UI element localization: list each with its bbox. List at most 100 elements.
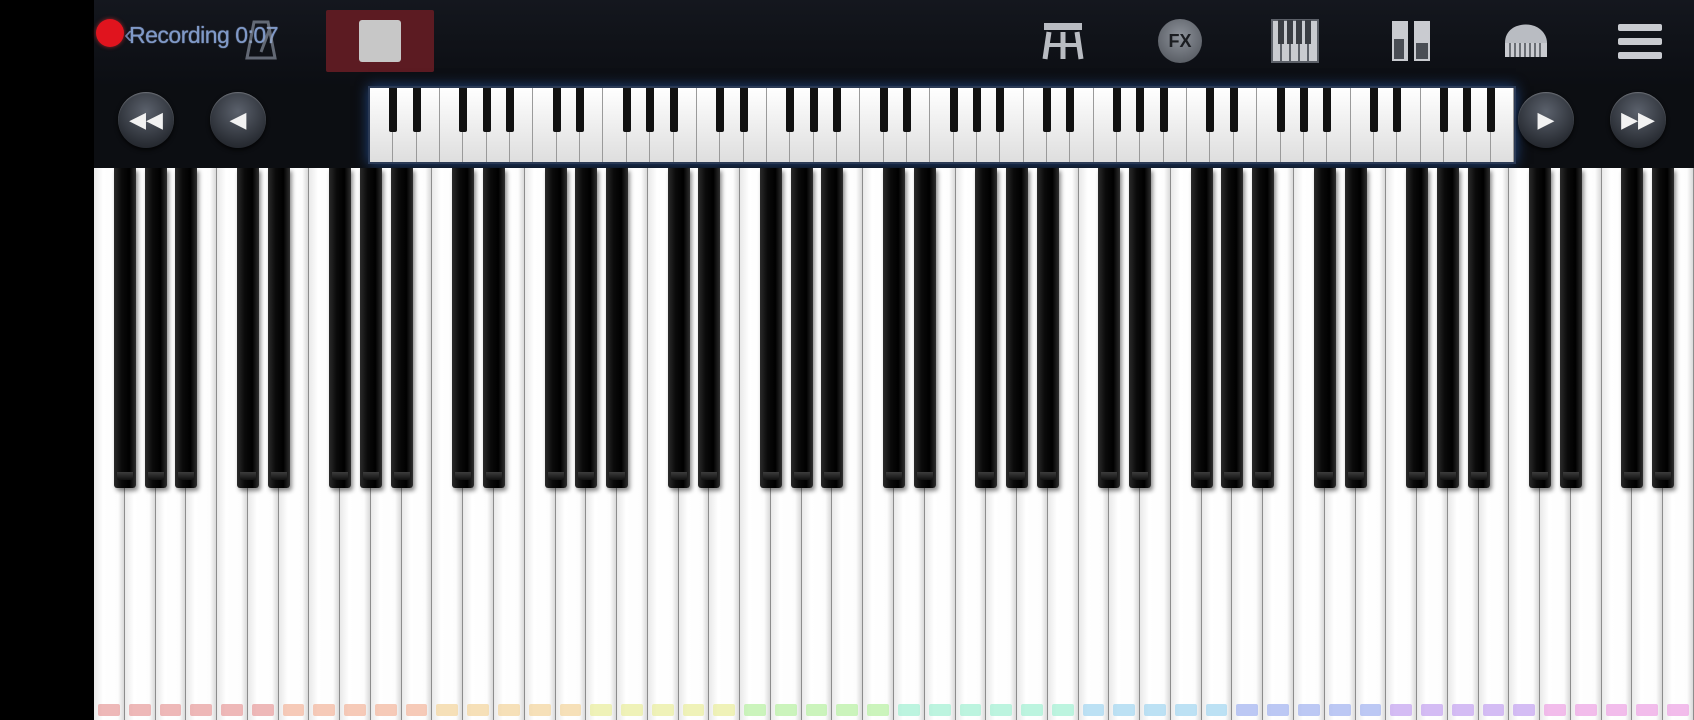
top-toolbar: ‹ Recording 0:07 FX <box>94 0 1694 84</box>
mini-black-key <box>973 88 982 132</box>
rewind-icon: ◀ <box>229 107 247 132</box>
note-color-marker <box>1021 704 1043 716</box>
black-key[interactable] <box>606 168 629 488</box>
black-key[interactable] <box>1621 168 1644 488</box>
piano-keyboard <box>94 168 1694 720</box>
black-key[interactable] <box>1529 168 1552 488</box>
mini-black-key <box>1066 88 1075 132</box>
fast-forward-button[interactable]: ▶▶ <box>1610 92 1666 148</box>
dual-keyboard-icon[interactable] <box>1385 16 1437 66</box>
black-key[interactable] <box>1098 168 1121 488</box>
black-key[interactable] <box>1559 168 1582 488</box>
fast-rewind-button[interactable]: ◀◀ <box>118 92 174 148</box>
note-color-marker <box>221 704 243 716</box>
record-indicator-icon[interactable] <box>96 19 124 47</box>
black-key[interactable] <box>1190 168 1213 488</box>
black-key[interactable] <box>790 168 813 488</box>
black-key[interactable] <box>1313 168 1336 488</box>
mini-black-key <box>1323 88 1332 132</box>
black-key[interactable] <box>144 168 167 488</box>
black-key[interactable] <box>359 168 382 488</box>
note-color-marker <box>1174 704 1197 716</box>
note-color-marker <box>1451 704 1474 716</box>
black-key[interactable] <box>1406 168 1429 488</box>
note-color-marker <box>559 704 582 716</box>
fx-icon: FX <box>1158 19 1202 63</box>
black-key[interactable] <box>1344 168 1367 488</box>
black-key[interactable] <box>821 168 844 488</box>
play-button[interactable]: ▶ <box>1518 92 1574 148</box>
note-color-marker <box>959 704 982 716</box>
black-key[interactable] <box>1252 168 1275 488</box>
black-key[interactable] <box>698 168 721 488</box>
black-key[interactable] <box>1221 168 1244 488</box>
black-key[interactable] <box>267 168 290 488</box>
mini-black-key <box>389 88 398 132</box>
black-key[interactable] <box>390 168 413 488</box>
note-color-marker <box>836 704 859 716</box>
black-key[interactable] <box>329 168 352 488</box>
metronome-icon[interactable] <box>244 18 278 62</box>
mini-black-key <box>506 88 515 132</box>
note-color-marker <box>1482 704 1505 716</box>
note-color-marker <box>1144 704 1166 716</box>
mini-black-key <box>459 88 468 132</box>
note-color-marker <box>1051 704 1074 716</box>
mini-black-key <box>552 88 561 132</box>
mini-black-key <box>1229 88 1238 132</box>
note-color-marker <box>1605 704 1628 716</box>
note-color-marker <box>405 704 428 716</box>
note-color-marker <box>1421 704 1443 716</box>
stop-button[interactable] <box>326 10 434 72</box>
note-color-marker <box>1298 704 1320 716</box>
note-color-marker <box>1513 704 1536 716</box>
fx-button[interactable]: FX <box>1154 16 1206 66</box>
black-key[interactable] <box>883 168 905 488</box>
black-key[interactable] <box>1129 168 1152 488</box>
note-color-marker <box>1082 704 1105 716</box>
black-key[interactable] <box>667 168 690 488</box>
note-color-marker <box>1205 704 1228 716</box>
mini-black-key <box>1043 88 1052 132</box>
note-color-marker <box>190 704 213 716</box>
note-color-marker <box>313 704 336 716</box>
black-key[interactable] <box>113 168 136 488</box>
note-color-marker <box>1113 704 1136 716</box>
stop-icon <box>359 20 401 62</box>
mini-black-key <box>1206 88 1215 132</box>
black-key[interactable] <box>1436 168 1459 488</box>
black-key[interactable] <box>1467 168 1490 488</box>
black-key[interactable] <box>575 168 598 488</box>
black-key[interactable] <box>452 168 475 488</box>
note-color-marker <box>344 704 366 716</box>
menu-icon[interactable] <box>1614 16 1666 66</box>
fast-forward-icon: ▶▶ <box>1621 107 1655 132</box>
note-color-marker <box>1236 704 1259 716</box>
black-key[interactable] <box>175 168 198 488</box>
rewind-button[interactable]: ◀ <box>210 92 266 148</box>
black-key[interactable] <box>544 168 567 488</box>
note-color-marker <box>98 704 120 716</box>
mini-black-key <box>739 88 748 132</box>
note-color-marker <box>682 704 705 716</box>
piano-app: ‹ Recording 0:07 FX ◀◀ ◀ ▶ ▶▶ <box>94 0 1694 720</box>
black-key[interactable] <box>759 168 782 488</box>
black-key[interactable] <box>236 168 259 488</box>
note-color-marker <box>159 704 182 716</box>
black-key[interactable] <box>1036 168 1059 488</box>
keyboard-overview-scroller[interactable] <box>368 86 1516 164</box>
note-color-marker <box>651 704 674 716</box>
note-color-marker <box>1544 704 1566 716</box>
black-key[interactable] <box>913 168 936 488</box>
black-key[interactable] <box>975 168 998 488</box>
mini-black-key <box>996 88 1005 132</box>
black-key[interactable] <box>483 168 505 488</box>
grand-piano-icon[interactable] <box>1499 16 1551 66</box>
black-key[interactable] <box>1006 168 1029 488</box>
black-key[interactable] <box>1652 168 1675 488</box>
play-icon: ▶ <box>1537 107 1555 132</box>
note-color-marker <box>128 704 151 716</box>
piano-keys-icon[interactable] <box>1269 16 1321 66</box>
piano-stool-icon[interactable] <box>1037 16 1089 66</box>
note-color-marker <box>1328 704 1351 716</box>
